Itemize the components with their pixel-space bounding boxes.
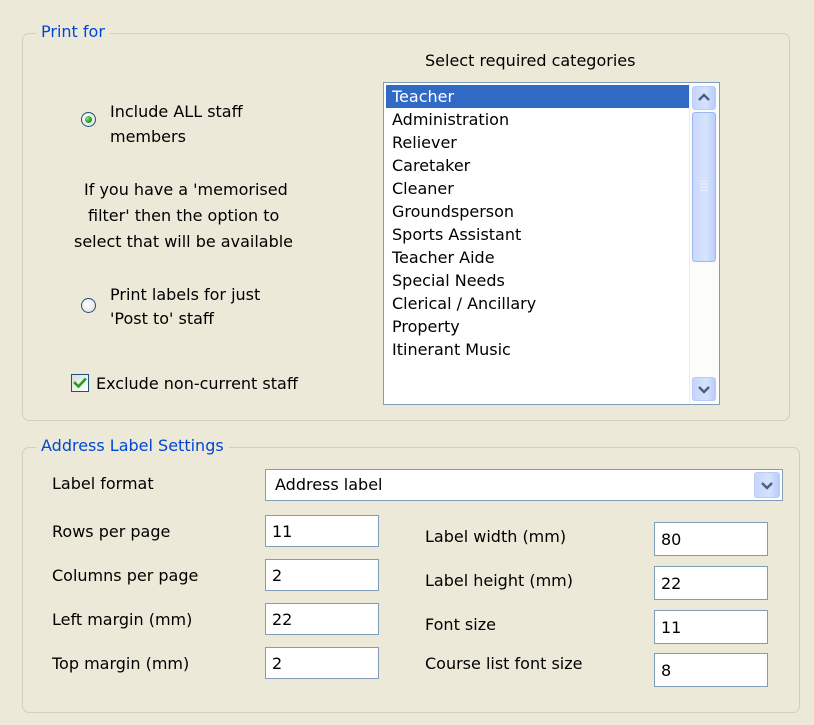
checkmark-icon [73, 377, 87, 389]
include-all-radio[interactable] [81, 112, 96, 127]
categories-list: Teacher Administration Reliever Caretaker Cl… [386, 85, 693, 361]
post-to-label-1[interactable]: Print labels for just [110, 285, 260, 305]
columns-input[interactable] [265, 559, 379, 591]
category-item[interactable]: Administration [386, 108, 693, 131]
grip-icon [700, 180, 708, 191]
category-item[interactable]: Caretaker [386, 154, 693, 177]
memorised-note-1: If you have a 'memorised [84, 180, 288, 199]
category-item[interactable]: Itinerant Music [386, 338, 693, 361]
label-format-dropdown-button[interactable] [754, 472, 780, 498]
left-margin-label: Left margin (mm) [52, 610, 193, 629]
course-font-label: Course list font size [425, 654, 583, 673]
category-item[interactable]: Reliever [386, 131, 693, 154]
category-item[interactable]: Groundsperson [386, 200, 693, 223]
course-font-input[interactable] [654, 653, 768, 687]
label-format-value: Address label [275, 475, 383, 494]
include-all-label-2[interactable]: members [110, 127, 186, 147]
rows-input[interactable] [265, 515, 379, 547]
label-height-input[interactable] [654, 566, 768, 600]
label-width-input[interactable] [654, 522, 768, 556]
radio-selected-dot [85, 116, 92, 123]
category-item[interactable]: Cleaner [386, 177, 693, 200]
top-margin-label: Top margin (mm) [52, 654, 190, 673]
columns-label: Columns per page [52, 566, 199, 585]
category-item[interactable]: Property [386, 315, 693, 338]
font-size-input[interactable] [654, 610, 768, 644]
rows-label: Rows per page [52, 522, 171, 541]
top-margin-input[interactable] [265, 647, 379, 679]
label-format-select[interactable]: Address label [265, 469, 783, 501]
category-item[interactable]: Clerical / Ancillary [386, 292, 693, 315]
scroll-thumb[interactable] [692, 112, 716, 262]
exclude-checkbox[interactable] [71, 374, 89, 392]
scroll-down-button[interactable] [692, 377, 716, 401]
categories-listbox[interactable]: Teacher Administration Reliever Caretaker Cl… [383, 82, 720, 405]
category-item[interactable]: Teacher Aide [386, 246, 693, 269]
address-settings-title: Address Label Settings [36, 436, 229, 456]
category-item[interactable]: Special Needs [386, 269, 693, 292]
label-format-label: Label format [52, 474, 154, 493]
include-all-label-1[interactable]: Include ALL staff [110, 102, 243, 122]
label-width-label: Label width (mm) [425, 527, 567, 546]
post-to-label-2[interactable]: 'Post to' staff [110, 309, 214, 329]
categories-scrollbar[interactable] [689, 84, 718, 403]
post-to-radio[interactable] [81, 298, 96, 313]
font-size-label: Font size [425, 615, 496, 634]
exclude-label[interactable]: Exclude non-current staff [96, 374, 298, 394]
memorised-note-3: select that will be available [74, 232, 294, 251]
chevron-down-icon [698, 386, 710, 394]
print-for-title: Print for [36, 22, 110, 42]
category-item[interactable]: Sports Assistant [386, 223, 693, 246]
chevron-up-icon [698, 93, 710, 101]
chevron-down-icon [761, 482, 773, 490]
categories-heading: Select required categories [425, 51, 636, 70]
scroll-up-button[interactable] [692, 86, 716, 110]
left-margin-input[interactable] [265, 603, 379, 635]
category-item[interactable]: Teacher [386, 85, 693, 108]
memorised-note-2: filter' then the option to [88, 206, 280, 225]
label-height-label: Label height (mm) [425, 571, 573, 590]
